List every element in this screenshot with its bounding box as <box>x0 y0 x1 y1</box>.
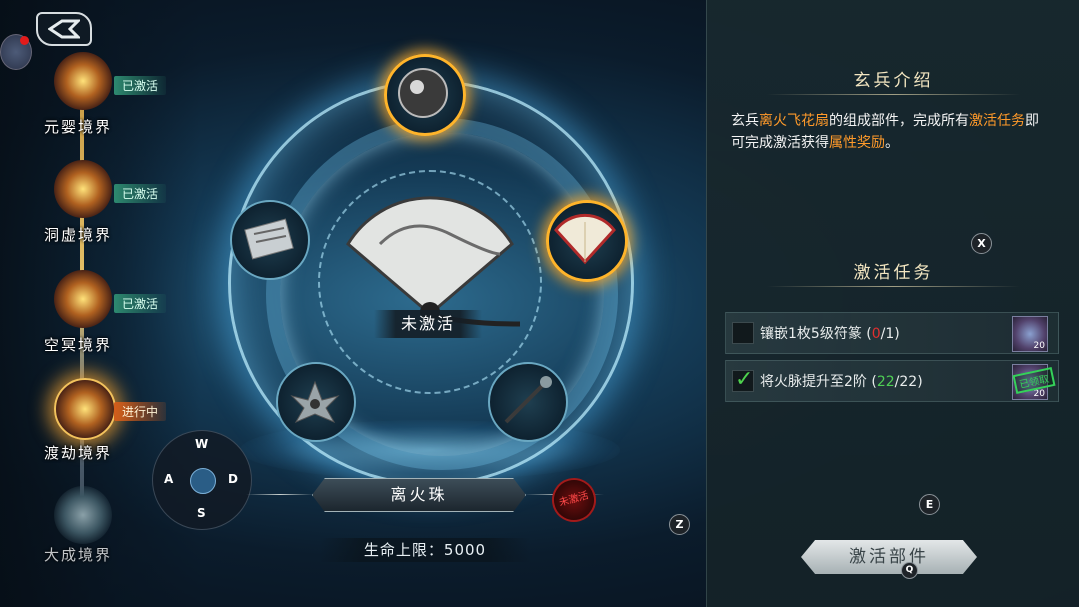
task-checkbox <box>732 322 754 344</box>
name-bar-line-left <box>246 494 314 495</box>
center-status-label: 未激活 <box>374 310 482 338</box>
activate-part-button[interactable]: 激活部件 <box>801 540 977 574</box>
realm-dujie-icon <box>54 378 116 440</box>
realm-status-badge: 已激活 <box>114 76 167 95</box>
task-progress-current: 22 <box>876 374 895 390</box>
back-button[interactable] <box>36 12 92 46</box>
fan-handle-icon <box>504 376 552 424</box>
task-row[interactable]: ✓ 将火脉提升至2阶 (22/22) 20 已领取 <box>725 360 1059 402</box>
part-status-seal: 未激活 <box>547 473 601 527</box>
realm-item-yuanying[interactable]: 已激活 元婴境界 <box>40 52 190 152</box>
intro-p1: 玄兵 <box>731 113 759 129</box>
realm-status-badge: 进行中 <box>114 402 167 421</box>
joystick-key-left: A <box>164 472 174 486</box>
task-progress-total: /22) <box>894 374 923 390</box>
joystick-key-up: W <box>195 437 209 451</box>
weapon-name: 离火飞花扇 <box>759 113 829 129</box>
hotkey-z[interactable]: Z <box>669 514 690 535</box>
hotkey-x[interactable]: X <box>971 233 992 254</box>
realm-dongxu-icon <box>54 160 112 218</box>
realm-status-badge: 已激活 <box>114 294 167 313</box>
realm-dacheng-icon <box>54 486 112 544</box>
hotkey-e[interactable]: E <box>919 494 940 515</box>
part-slot-orb[interactable] <box>384 54 466 136</box>
task-progress-current: 0 <box>871 326 881 342</box>
folding-fan-icon <box>554 213 616 265</box>
task-desc: 将火脉提升至2阶 ( <box>760 374 877 390</box>
part-slot-fan[interactable] <box>546 200 628 282</box>
task-checkbox: ✓ <box>732 367 754 392</box>
realm-label: 渡劫境界 <box>44 444 113 462</box>
part-slot-scroll[interactable] <box>230 200 310 280</box>
realm-status-badge: 已激活 <box>114 184 167 203</box>
reward-link: 属性奖励 <box>829 135 885 151</box>
back-arrow-icon <box>48 19 80 39</box>
task-progress-total: /1) <box>880 326 900 342</box>
reward-count: 20 <box>1033 389 1045 399</box>
realm-yuanying-icon <box>54 52 112 110</box>
joystick-key-down: S <box>197 506 206 520</box>
notification-dot <box>20 36 29 45</box>
tasks-link: 激活任务 <box>969 113 1025 129</box>
fire-orb-icon <box>398 68 448 118</box>
joystick-key-right: D <box>228 472 238 486</box>
task-text: 镶嵌1枚5级符篆 (0/1) <box>760 323 900 343</box>
virtual-joystick[interactable]: W A D S <box>152 430 252 530</box>
intro-title: 玄兵介绍 <box>707 66 1079 95</box>
intro-p2: 的组成部件，完成所有 <box>829 113 969 129</box>
intro-text: 玄兵离火飞花扇的组成部件，完成所有激活任务即可完成激活获得属性奖励。 <box>731 110 1051 154</box>
reward-count: 20 <box>1033 341 1045 351</box>
realm-label: 空冥境界 <box>44 336 113 354</box>
selected-part-name: 离火珠 <box>312 478 526 512</box>
task-row[interactable]: 镶嵌1枚5级符篆 (0/1) 20 <box>725 312 1059 354</box>
task-text: 将火脉提升至2阶 (22/22) <box>760 371 923 391</box>
scroll-icon <box>244 218 294 260</box>
lotus-icon <box>290 380 340 424</box>
tasks-title-text: 激活任务 <box>853 263 934 283</box>
realm-kongming-icon <box>54 270 112 328</box>
task-desc: 镶嵌1枚5级符篆 ( <box>760 326 872 342</box>
part-slot-whisk[interactable] <box>488 362 568 442</box>
reward-item-icon[interactable]: 20 <box>1012 316 1048 352</box>
realm-item-kongming[interactable]: 已激活 空冥境界 <box>40 270 190 370</box>
realm-label: 元婴境界 <box>44 118 113 136</box>
realm-label: 大成境界 <box>44 546 113 564</box>
joystick-knob[interactable] <box>190 468 216 494</box>
checkmark-icon: ✓ <box>735 367 754 392</box>
part-slot-lotus[interactable] <box>276 362 356 442</box>
intro-title-text: 玄兵介绍 <box>853 71 934 91</box>
realm-item-dongxu[interactable]: 已激活 洞虚境界 <box>40 160 190 260</box>
realm-label: 洞虚境界 <box>44 226 113 244</box>
info-panel: 玄兵介绍 玄兵离火飞花扇的组成部件，完成所有激活任务即可完成激活获得属性奖励。 … <box>706 0 1079 607</box>
attribute-label: 生命上限：5000 <box>320 538 530 562</box>
tasks-title: 激活任务 <box>707 258 1079 287</box>
intro-p4: 。 <box>885 135 899 151</box>
hotkey-q[interactable]: Q <box>901 562 918 579</box>
